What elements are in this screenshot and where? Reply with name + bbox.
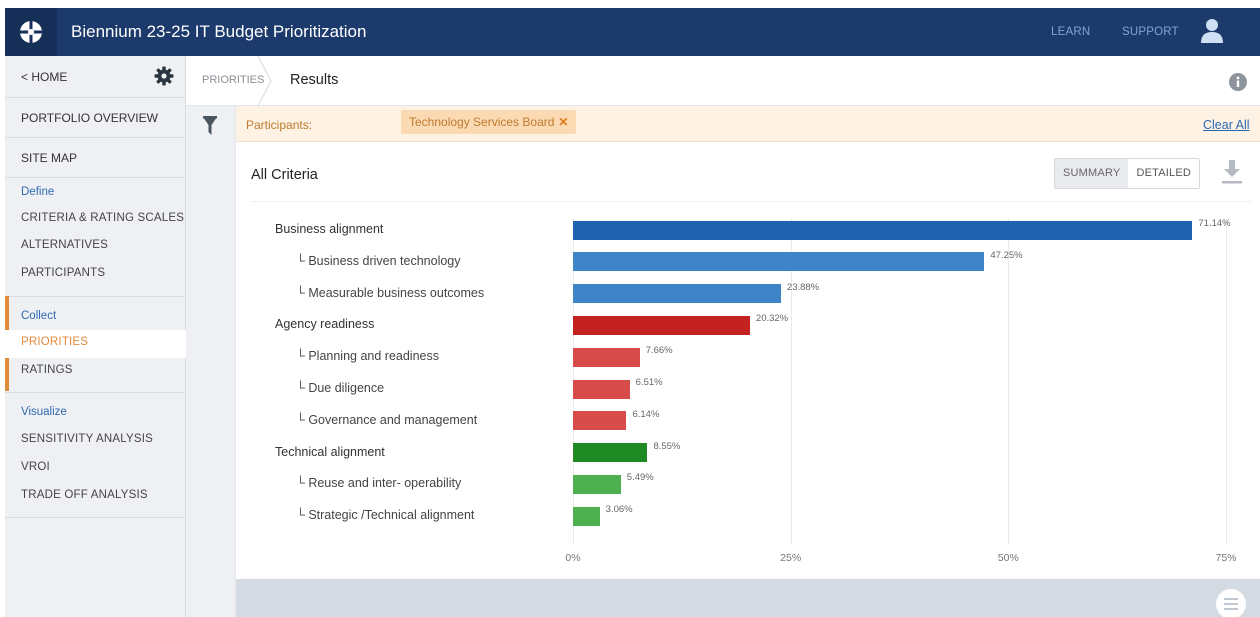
category-label: └ Planning and readiness	[296, 349, 439, 364]
divider	[5, 517, 186, 518]
user-icon[interactable]	[1200, 18, 1224, 49]
x-tick-label: 50%	[997, 552, 1019, 564]
bar[interactable]	[573, 443, 648, 463]
filter-column	[186, 106, 236, 617]
category-label: └ Reuse and inter- operability	[296, 476, 462, 491]
divider	[251, 201, 1251, 202]
home-row: < HOME	[5, 56, 186, 98]
sidebar-item-portfolio-overview[interactable]: PORTFOLIO OVERVIEW	[5, 98, 186, 138]
participant-chip-label: Technology Services Board	[409, 115, 555, 129]
download-icon[interactable]	[1221, 160, 1243, 189]
bar[interactable]	[573, 411, 627, 431]
gridline	[1226, 218, 1227, 544]
learn-link[interactable]: LEARN	[1051, 8, 1090, 56]
participants-label: Participants:	[246, 118, 313, 132]
bar-value-label: 6.51%	[635, 377, 663, 388]
category-label: └ Due diligence	[296, 381, 385, 395]
support-link[interactable]: SUPPORT	[1122, 8, 1179, 56]
breadcrumb	[186, 56, 1260, 106]
bar-value-label: 71.14%	[1198, 218, 1231, 229]
bar[interactable]	[573, 252, 985, 272]
compass-logo-icon[interactable]	[5, 8, 57, 56]
sidebar-item-participants[interactable]: PARTICIPANTS	[21, 267, 105, 279]
bar-value-label: 6.14%	[632, 408, 660, 420]
category-label: Technical alignment	[275, 444, 385, 459]
sidebar-item-sensitivity-analysis[interactable]: SENSITIVITY ANALYSIS	[21, 433, 153, 445]
bar[interactable]	[573, 220, 1193, 240]
bar[interactable]	[573, 284, 781, 304]
participant-chip[interactable]: Technology Services Board ✕	[401, 110, 577, 134]
divider	[5, 392, 186, 393]
top-bar: Biennium 23-25 IT Budget Prioritization …	[5, 8, 1260, 56]
sidebar-item-priorities[interactable]: PRIORITIES	[21, 336, 88, 348]
gear-icon[interactable]	[154, 66, 174, 91]
sidebar-item-vroi[interactable]: VROI	[21, 461, 50, 473]
x-tick-label: 25%	[780, 552, 802, 564]
bar[interactable]	[573, 506, 600, 526]
bar-value-label: 8.55%	[653, 440, 681, 452]
clear-all-link[interactable]: Clear All	[1203, 118, 1250, 132]
bar-value-label: 20.32%	[755, 313, 789, 325]
gridline	[1008, 218, 1010, 544]
x-tick-label: 0%	[565, 552, 581, 564]
filter-funnel-icon[interactable]	[203, 116, 217, 141]
breadcrumb-priorities[interactable]: PRIORITIES	[202, 74, 264, 86]
bar[interactable]	[573, 379, 630, 399]
sidebar-item-ratings[interactable]: RATINGS	[21, 364, 73, 376]
sidebar-item-alternatives[interactable]: ALTERNATIVES	[21, 239, 108, 251]
section-collect: Collect	[21, 310, 57, 322]
bar[interactable]	[573, 315, 750, 335]
category-label: Business alignment	[275, 222, 384, 236]
list-icon[interactable]	[1215, 588, 1247, 617]
divider	[5, 296, 186, 297]
sidebar-item-site-map[interactable]: SITE MAP	[5, 138, 186, 178]
summary-button[interactable]: SUMMARY	[1055, 159, 1128, 188]
home-link[interactable]: < HOME	[21, 56, 67, 98]
bar-value-label: 3.06%	[605, 504, 633, 516]
footer-strip	[236, 579, 1260, 617]
detailed-button[interactable]: DETAILED	[1128, 159, 1200, 188]
category-label: └ Business driven technology	[296, 253, 461, 268]
x-tick-label: 75%	[1215, 552, 1237, 564]
sidebar-item-criteria[interactable]: CRITERIA & RATING SCALES	[21, 212, 184, 224]
category-label: └ Measurable business outcomes	[296, 285, 485, 300]
panel-title: All Criteria	[251, 167, 318, 183]
participants-filter-bar	[236, 106, 1260, 142]
category-label: └ Governance and management	[296, 412, 478, 427]
info-icon[interactable]	[1229, 73, 1247, 96]
page-title: Results	[290, 72, 339, 88]
section-visualize: Visualize	[21, 406, 67, 418]
app-title: Biennium 23-25 IT Budget Prioritization	[71, 22, 367, 41]
bar-value-label: 47.25%	[990, 249, 1023, 261]
chevron-right-icon	[257, 55, 273, 111]
criteria-weights-chart: 0% 25% 50% 75% Business alignment 71.14% └ Bus…	[236, 213, 1260, 578]
category-label: └ Strategic /Technical alignment	[296, 508, 475, 523]
close-icon[interactable]: ✕	[558, 115, 568, 129]
sidebar-item-trade-off-analysis[interactable]: TRADE OFF ANALYSIS	[21, 489, 148, 501]
sidebar: < HOME PORTFOLIO OVERVIEW SITE MAP Defin…	[5, 56, 186, 617]
bar-value-label: 23.88%	[786, 281, 820, 293]
category-label: Agency readiness	[275, 317, 375, 332]
section-define: Define	[21, 186, 55, 198]
bar[interactable]	[573, 347, 640, 367]
bar[interactable]	[573, 474, 621, 494]
bar-value-label: 5.49%	[626, 472, 654, 484]
bar-value-label: 7.66%	[645, 345, 673, 357]
view-toggle: SUMMARY DETAILED	[1054, 158, 1201, 189]
